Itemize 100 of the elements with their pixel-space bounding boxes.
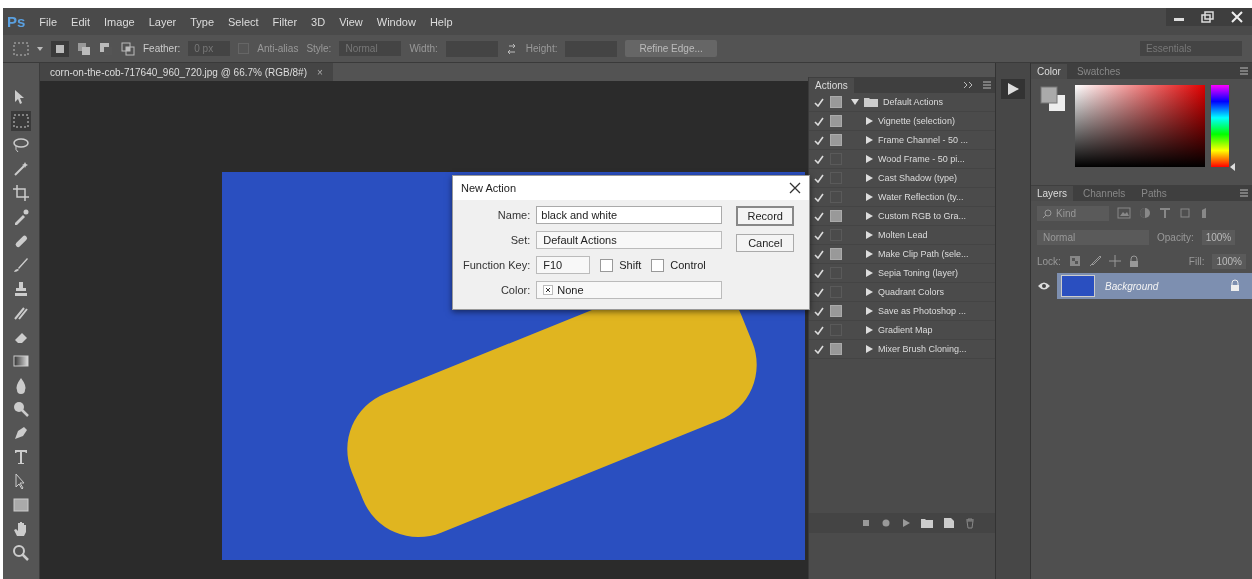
dialog-toggle[interactable]: [830, 96, 842, 108]
color-dropdown[interactable]: None: [536, 281, 723, 299]
check-icon[interactable]: [813, 324, 825, 336]
check-icon[interactable]: [813, 210, 825, 222]
expand-arrow-icon[interactable]: [866, 345, 873, 353]
image-filter-icon[interactable]: [1117, 207, 1131, 219]
crop-icon[interactable]: [11, 183, 31, 203]
trash-icon[interactable]: [965, 517, 975, 529]
panel-tab[interactable]: Color: [1031, 63, 1067, 79]
name-input[interactable]: black and white: [536, 206, 723, 224]
menu-item[interactable]: Type: [190, 15, 215, 28]
lock-icon[interactable]: [1128, 255, 1139, 267]
expand-arrow-icon[interactable]: [866, 117, 873, 125]
check-icon[interactable]: [813, 229, 825, 241]
dialog-toggle[interactable]: [830, 343, 842, 355]
checkbox[interactable]: [651, 258, 665, 272]
expand-arrow-icon[interactable]: [866, 269, 873, 277]
panel-tab[interactable]: Actions: [809, 77, 854, 93]
menu-item[interactable]: Edit: [71, 15, 91, 28]
action-name[interactable]: Frame Channel - 50 ...: [878, 135, 969, 145]
check-icon[interactable]: [813, 343, 825, 355]
expand-arrow-icon[interactable]: [866, 193, 873, 201]
action-name[interactable]: Wood Frame - 50 pi...: [878, 154, 965, 164]
expand-arrow-icon[interactable]: [866, 212, 873, 220]
expand-arrow-icon[interactable]: [866, 155, 873, 163]
menu-item[interactable]: Image: [104, 15, 135, 28]
expand-arrow-icon[interactable]: [866, 231, 873, 239]
menu-item[interactable]: Layer: [148, 15, 177, 28]
type-filter-icon[interactable]: [1159, 207, 1171, 219]
check-icon[interactable]: [813, 153, 825, 165]
check-icon[interactable]: [813, 191, 825, 203]
check-icon[interactable]: [813, 134, 825, 146]
close-icon[interactable]: [789, 182, 801, 194]
record-icon[interactable]: [881, 518, 891, 528]
expand-arrow-icon[interactable]: [866, 307, 873, 315]
folder-icon[interactable]: [921, 518, 933, 528]
add-selection-icon[interactable]: [77, 41, 91, 56]
brush-icon[interactable]: [1088, 255, 1101, 267]
swap-icon[interactable]: [505, 42, 518, 55]
action-name[interactable]: Gradient Map: [878, 325, 933, 335]
new-selection-icon[interactable]: [51, 40, 69, 57]
menu-item[interactable]: Help: [429, 15, 453, 28]
play-icon[interactable]: [901, 518, 911, 528]
function-key-dropdown[interactable]: F10: [536, 256, 591, 274]
dialog-toggle[interactable]: [830, 248, 842, 260]
check-icon[interactable]: [813, 267, 825, 279]
menu-item[interactable]: Select: [228, 15, 259, 28]
caret-icon[interactable]: [37, 46, 43, 51]
menu-item[interactable]: 3D: [311, 15, 326, 28]
adjustment-filter-icon[interactable]: [1139, 207, 1151, 219]
action-name[interactable]: Save as Photoshop ...: [878, 306, 967, 316]
action-name[interactable]: Vignette (selection): [878, 116, 955, 126]
stop-icon[interactable]: [861, 518, 871, 528]
menu-item[interactable]: File: [39, 15, 58, 28]
expand-arrow-icon[interactable]: [866, 136, 873, 144]
opacity-field[interactable]: 100%: [1201, 229, 1236, 245]
action-name[interactable]: Sepia Toning (layer): [878, 268, 958, 278]
dialog-toggle[interactable]: [830, 134, 842, 146]
zoom-icon[interactable]: [11, 543, 31, 563]
dialog-toggle[interactable]: [830, 115, 842, 127]
actions-panel-button[interactable]: [1001, 79, 1025, 99]
set-dropdown[interactable]: Default Actions: [536, 231, 723, 249]
action-name[interactable]: Quadrant Colors: [878, 287, 945, 297]
hue-slider-thumb[interactable]: [1230, 163, 1235, 171]
rectangle-icon[interactable]: [11, 495, 31, 515]
panel-expand-icon[interactable]: [963, 81, 975, 89]
lasso-icon[interactable]: [11, 135, 31, 155]
new-action-icon[interactable]: [943, 518, 955, 528]
brush-icon[interactable]: [11, 255, 31, 275]
check-icon[interactable]: [813, 96, 825, 108]
menu-item[interactable]: View: [339, 15, 363, 28]
action-name[interactable]: Cast Shadow (type): [878, 173, 958, 183]
marquee-icon[interactable]: [11, 111, 31, 131]
action-name[interactable]: Make Clip Path (sele...: [878, 249, 969, 259]
menu-item[interactable]: Filter: [272, 15, 298, 28]
dialog-toggle[interactable]: [830, 210, 842, 222]
dialog-button[interactable]: Cancel: [736, 234, 795, 252]
tab-close-button[interactable]: ×: [317, 66, 323, 78]
menu-item[interactable]: Window: [376, 15, 416, 28]
action-set-name[interactable]: Default Actions: [883, 97, 944, 107]
fill-field[interactable]: 100%: [1212, 253, 1246, 269]
expand-arrow-icon[interactable]: [866, 250, 873, 258]
intersect-selection-icon[interactable]: [121, 41, 135, 56]
action-name[interactable]: Molten Lead: [878, 230, 928, 240]
panel-tab[interactable]: Layers: [1031, 185, 1073, 201]
action-name[interactable]: Mixer Brush Cloning...: [878, 344, 967, 354]
check-icon[interactable]: [813, 248, 825, 260]
expand-arrow-icon[interactable]: [866, 288, 873, 296]
dialog-button[interactable]: Record: [736, 206, 795, 226]
dialog-toggle[interactable]: [830, 305, 842, 317]
check-icon[interactable]: [813, 305, 825, 317]
action-name[interactable]: Custom RGB to Gra...: [878, 211, 967, 221]
check-icon[interactable]: [813, 172, 825, 184]
expand-arrow-icon[interactable]: [866, 326, 873, 334]
expand-arrow-icon[interactable]: [851, 98, 859, 106]
expand-arrow-icon[interactable]: [866, 174, 873, 182]
color-field[interactable]: [1075, 85, 1205, 167]
visibility-icon[interactable]: [1037, 282, 1051, 290]
document-tab[interactable]: corn-on-the-cob-717640_960_720.jpg @ 66.7% (RGB/8#) ×: [40, 63, 333, 81]
dodge-icon[interactable]: [11, 399, 31, 419]
